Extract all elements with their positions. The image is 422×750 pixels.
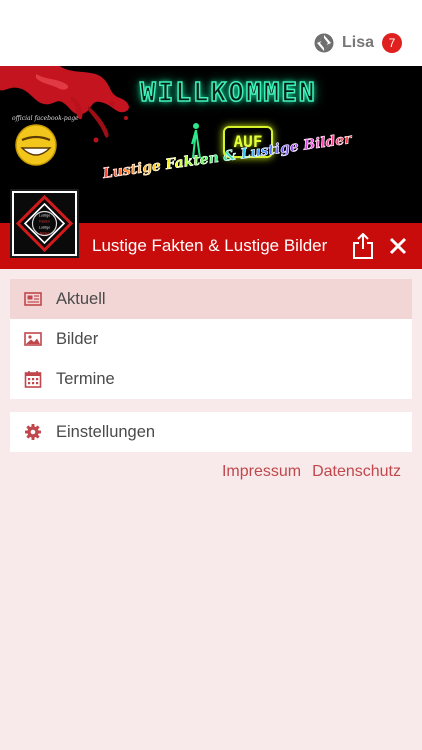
user-account[interactable]: Lisa 7 [314, 33, 402, 53]
menu-label-aktuell: Aktuell [56, 289, 106, 308]
close-icon[interactable] [389, 237, 407, 255]
top-bar: Lisa 7 [0, 0, 422, 66]
facebook-page-label: official facebook-page [12, 115, 79, 122]
newspaper-icon [24, 292, 42, 306]
menu-item-einstellungen[interactable]: Einstellungen [10, 412, 412, 452]
calendar-icon [24, 371, 42, 388]
notification-badge[interactable]: 7 [382, 33, 402, 53]
share-icon[interactable] [352, 233, 374, 259]
logo-line-3: Lustige [39, 226, 51, 230]
menu-label-einstellungen: Einstellungen [56, 422, 156, 441]
datenschutz-link[interactable]: Datenschutz [312, 463, 401, 481]
app-logo-icon [314, 33, 334, 53]
menu-item-termine[interactable]: Termine [10, 359, 412, 399]
impressum-link[interactable]: Impressum [222, 463, 301, 481]
navigation-menu: Aktuell Bilder Termine [10, 279, 412, 399]
menu-item-bilder[interactable]: Bilder [10, 319, 412, 359]
welcome-text: WILLKOMMEN [139, 77, 317, 109]
page-logo-image: Lustige Fakten Lustige Bilder [14, 193, 75, 254]
image-icon [24, 332, 42, 346]
page-title: Lustige Fakten & Lustige Bilder [92, 236, 328, 255]
logo-art: Lustige Fakten Lustige Bilder [15, 194, 74, 253]
footer-links: Impressum Datenschutz [211, 463, 401, 481]
page-logo: Lustige Fakten Lustige Bilder [10, 189, 79, 258]
gear-icon [25, 424, 41, 440]
logo-line-1: Lustige [39, 214, 51, 218]
menu-item-aktuell[interactable]: Aktuell [10, 279, 412, 319]
logo-line-2: Fakten [39, 220, 50, 224]
logo-line-4: Bilder [40, 232, 50, 236]
menu-label-termine: Termine [56, 369, 115, 388]
menu-label-bilder: Bilder [56, 329, 99, 348]
settings-menu: Einstellungen [10, 412, 412, 452]
user-name[interactable]: Lisa [342, 34, 374, 52]
